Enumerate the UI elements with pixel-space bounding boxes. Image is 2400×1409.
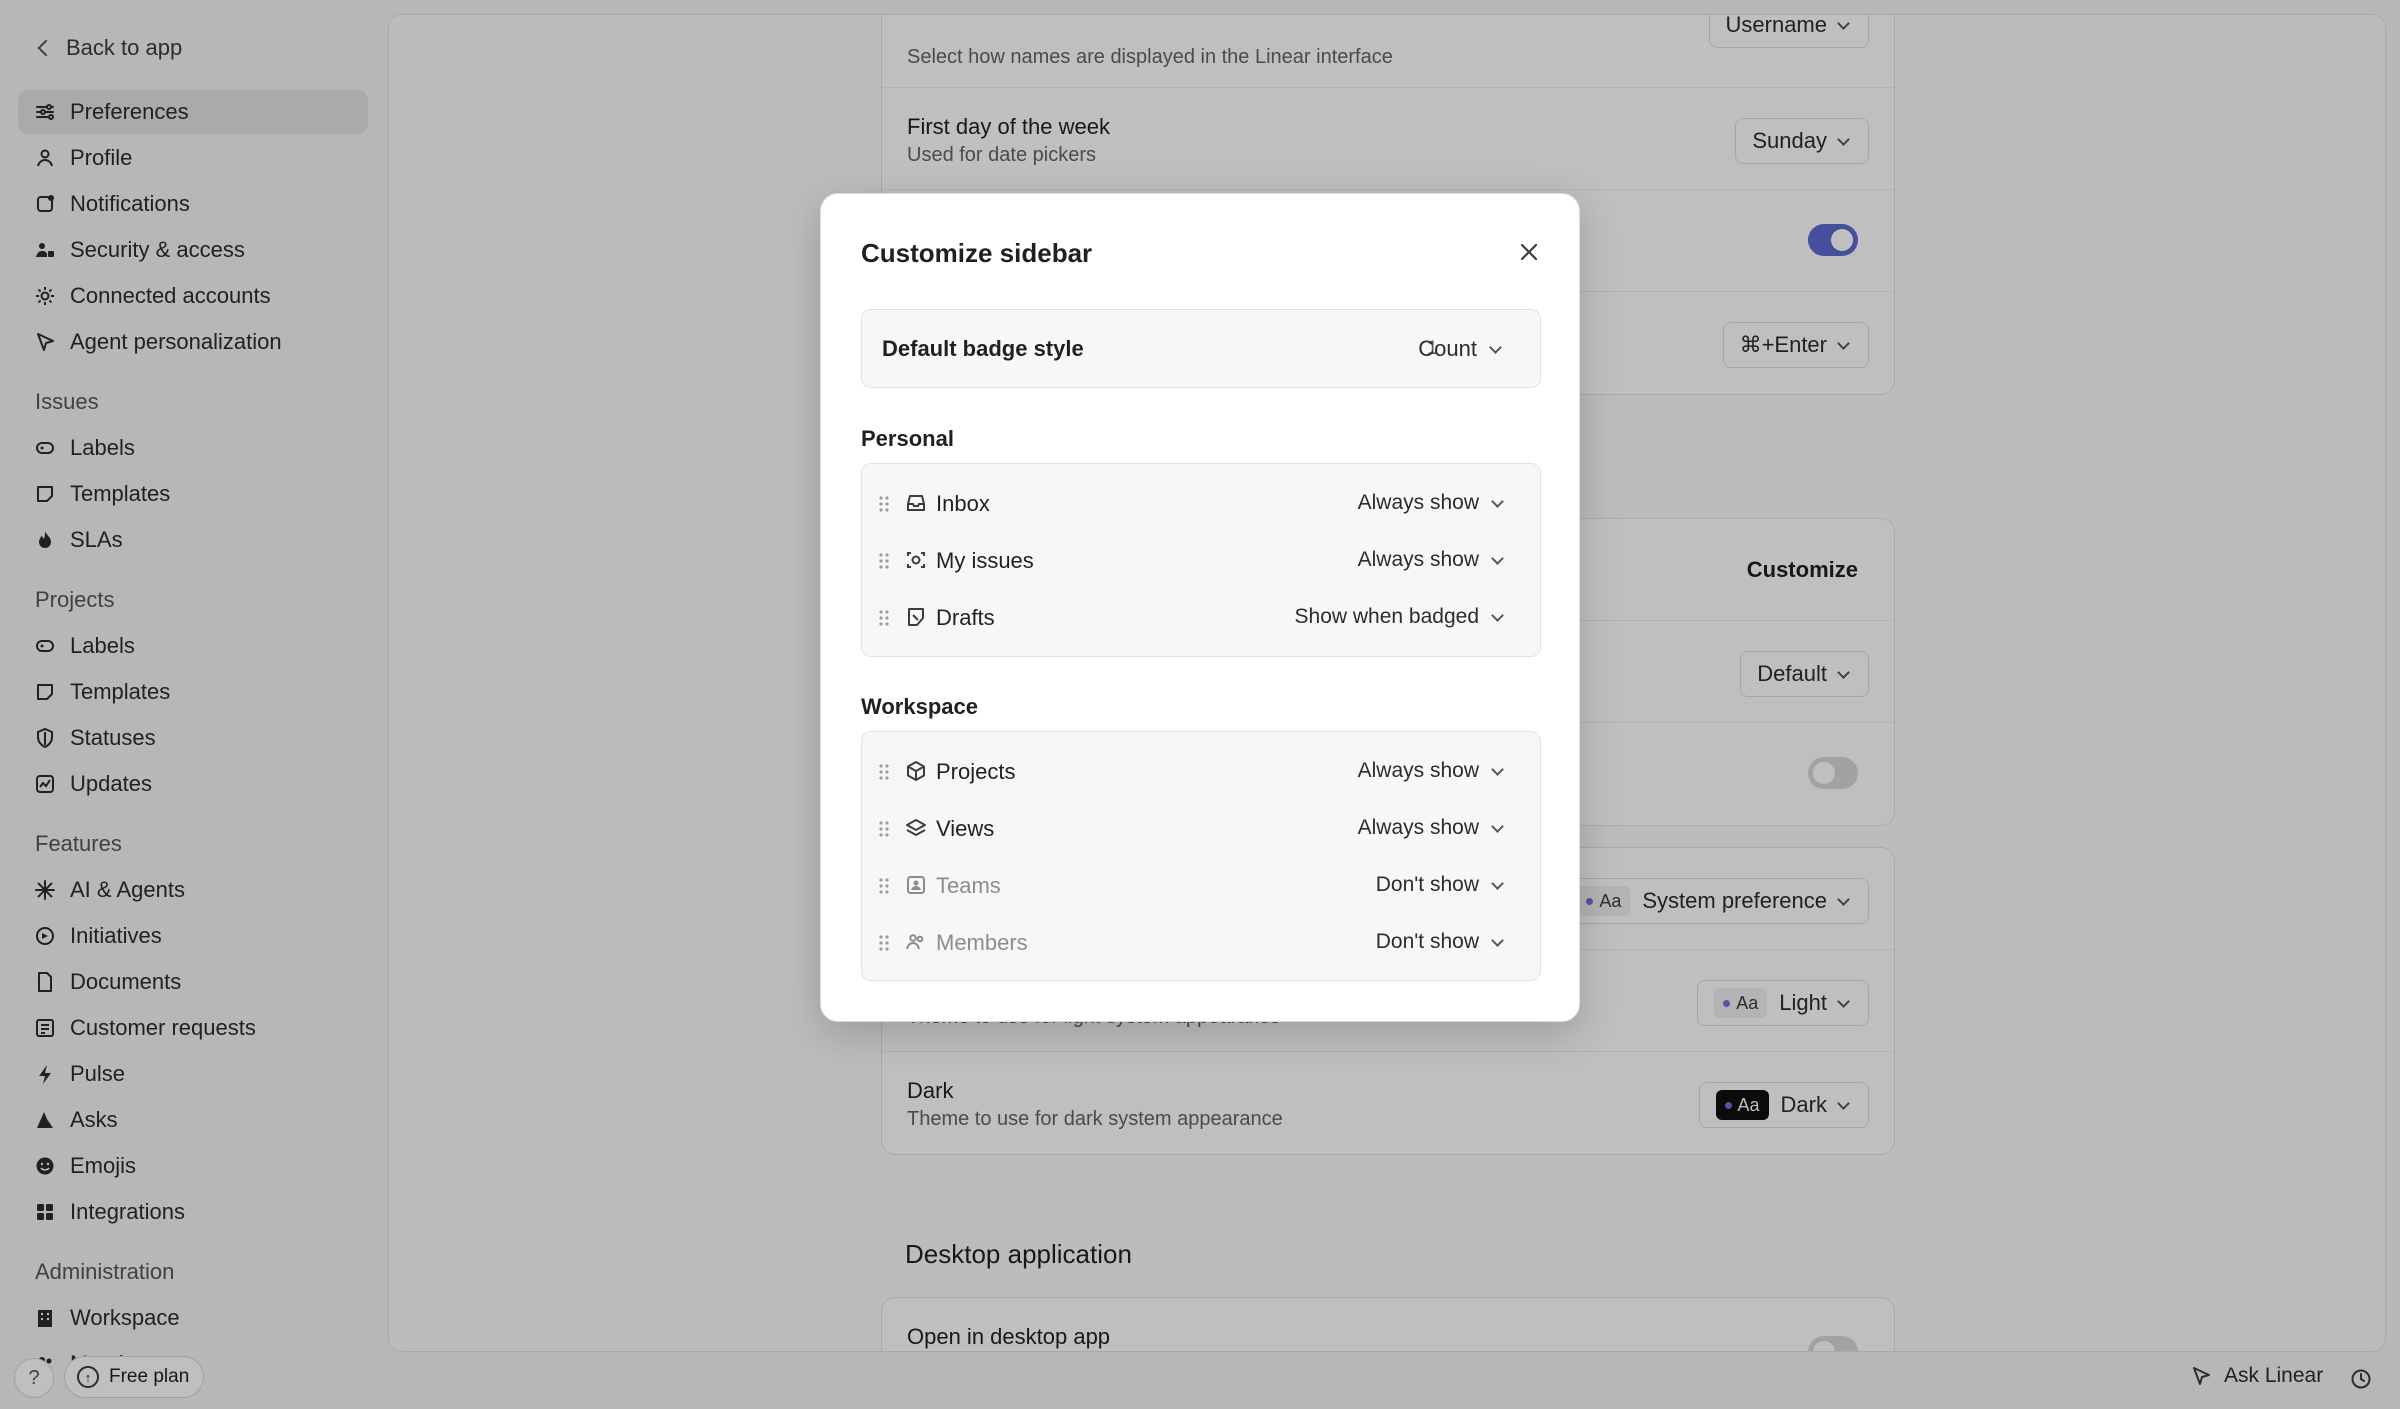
option-name: Teams: [936, 873, 1001, 898]
customize-sidebar-dialog: Customize sidebar Default badge style 1 …: [820, 193, 1580, 1022]
sidebar-option-views: Views Always show: [862, 800, 1540, 857]
badge-style-select[interactable]: Count: [1418, 336, 1502, 362]
dialog-title: Customize sidebar: [861, 238, 1093, 268]
drag-handle-icon[interactable]: [878, 495, 890, 513]
inbox-icon: [907, 495, 925, 511]
option-name: Inbox: [936, 491, 990, 516]
option-name: Projects: [936, 759, 1016, 784]
close-icon[interactable]: [1517, 240, 1541, 264]
visibility-select[interactable]: Always show: [1357, 491, 1504, 515]
visibility-select[interactable]: Show when badged: [1294, 605, 1504, 629]
sidebar-option-members: Members Don't show: [862, 914, 1540, 971]
drag-handle-icon[interactable]: [878, 820, 890, 838]
cube-icon: [907, 761, 925, 781]
draft-icon: [908, 608, 924, 626]
drag-handle-icon[interactable]: [878, 934, 890, 952]
chevron-down-icon: [1491, 933, 1504, 947]
visibility-select[interactable]: Always show: [1357, 816, 1504, 840]
chevron-down-icon: [1489, 340, 1502, 354]
chevron-down-icon: [1491, 608, 1504, 622]
visibility-select[interactable]: Don't show: [1375, 930, 1504, 954]
visibility-select[interactable]: Always show: [1357, 759, 1504, 783]
sidebar-option-drafts: Drafts Show when badged: [862, 589, 1540, 646]
drag-handle-icon[interactable]: [878, 609, 890, 627]
option-name: Views: [936, 816, 995, 841]
chevron-down-icon: [1491, 494, 1504, 508]
sidebar-option-teams: Teams Don't show: [862, 857, 1540, 914]
visibility-value: Don't show: [1375, 930, 1479, 953]
option-name: Drafts: [936, 605, 995, 630]
default-badge-style-row: Default badge style 1 Count: [861, 309, 1541, 388]
visibility-select[interactable]: Don't show: [1375, 873, 1504, 897]
sidebar-option-my-issues: My issues Always show: [862, 532, 1540, 589]
chevron-down-icon: [1491, 551, 1504, 565]
badge-style-label: Default badge style: [882, 336, 1084, 361]
drag-handle-icon[interactable]: [878, 763, 890, 781]
chevron-down-icon: [1491, 762, 1504, 776]
visibility-value: Don't show: [1375, 873, 1479, 896]
layers-icon: [906, 819, 926, 836]
visibility-value: Always show: [1357, 759, 1479, 782]
badge-style-value: Count: [1418, 336, 1477, 361]
chevron-down-icon: [1491, 876, 1504, 890]
visibility-value: Always show: [1357, 491, 1479, 514]
workspace-items-list: Projects Always show Views Always show Teams…: [861, 731, 1541, 981]
team-icon: [907, 876, 925, 894]
personal-group-title: Personal: [861, 426, 954, 451]
members-icon: [906, 934, 924, 950]
personal-items-list: Inbox Always show My issues Always show Draf…: [861, 463, 1541, 657]
workspace-group-title: Workspace: [861, 694, 978, 719]
option-name: My issues: [936, 548, 1034, 573]
visibility-value: Always show: [1357, 816, 1479, 839]
sidebar-option-projects: Projects Always show: [862, 743, 1540, 800]
drag-handle-icon[interactable]: [878, 877, 890, 895]
target-icon: [907, 552, 925, 568]
option-name: Members: [936, 930, 1028, 955]
visibility-value: Show when badged: [1294, 605, 1479, 628]
visibility-select[interactable]: Always show: [1357, 548, 1504, 572]
visibility-value: Always show: [1357, 548, 1479, 571]
sidebar-option-inbox: Inbox Always show: [862, 475, 1540, 532]
chevron-down-icon: [1491, 819, 1504, 833]
drag-handle-icon[interactable]: [878, 552, 890, 570]
